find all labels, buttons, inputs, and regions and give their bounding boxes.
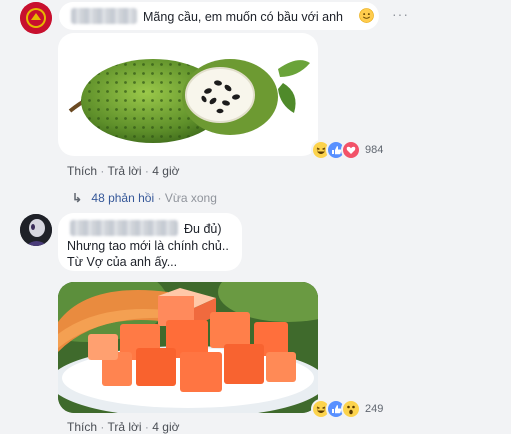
replies-link[interactable]: ↳ 48 phản hồi · Vừa xong — [72, 191, 217, 205]
replies-count[interactable]: 48 phản hồi — [91, 191, 154, 205]
club-crest-icon — [20, 2, 52, 34]
commenter-name[interactable] — [70, 220, 178, 236]
reply-button[interactable]: Trả lời — [107, 420, 141, 434]
comment-bubble: Đu đủ) Nhưng tao mới là chính chủ.. Từ V… — [58, 213, 242, 271]
comment-bubble: Mãng cầu, em muốn có bầu với anh — [59, 2, 379, 30]
more-options-icon[interactable]: ··· — [392, 6, 409, 22]
separator-dot: · — [100, 164, 105, 178]
comment-text-line1: Nhưng tao mới là chính chủ.. — [67, 239, 229, 253]
reactions-summary[interactable]: 984 — [311, 139, 383, 161]
reply-arrow-icon: ↳ — [72, 191, 83, 205]
profile-photo-icon — [20, 214, 52, 246]
like-button[interactable]: Thích — [67, 164, 97, 178]
love-reaction-icon — [341, 140, 361, 160]
smiley-emoji-icon — [359, 8, 374, 27]
separator-dot: · — [157, 191, 162, 205]
soursop-image[interactable] — [58, 33, 318, 156]
separator-dot: · — [144, 164, 149, 178]
comment-actions: Thích · Trả lời · 4 giờ — [67, 164, 179, 178]
reply-button[interactable]: Trả lời — [107, 164, 141, 178]
timestamp[interactable]: 4 giờ — [152, 164, 179, 178]
wow-reaction-icon — [341, 399, 361, 419]
reaction-count: 249 — [365, 403, 384, 415]
like-button[interactable]: Thích — [67, 420, 97, 434]
avatar[interactable] — [20, 214, 52, 246]
comment-text-line2: Từ Vợ của anh ấy... — [67, 255, 178, 269]
reactions-summary[interactable]: 249 — [311, 398, 383, 420]
comment-name-suffix: Đu đủ) — [184, 222, 222, 236]
replies-time: Vừa xong — [164, 191, 217, 205]
reaction-count: 984 — [365, 144, 384, 156]
papaya-image[interactable] — [58, 282, 318, 413]
avatar[interactable] — [20, 2, 52, 34]
commenter-name[interactable] — [71, 8, 137, 24]
timestamp[interactable]: 4 giờ — [152, 420, 179, 434]
separator-dot: · — [144, 420, 149, 434]
comment-actions: Thích · Trả lời · 4 giờ — [67, 420, 179, 434]
comment-text: Mãng cầu, em muốn có bầu với anh — [143, 10, 343, 24]
separator-dot: · — [100, 420, 105, 434]
